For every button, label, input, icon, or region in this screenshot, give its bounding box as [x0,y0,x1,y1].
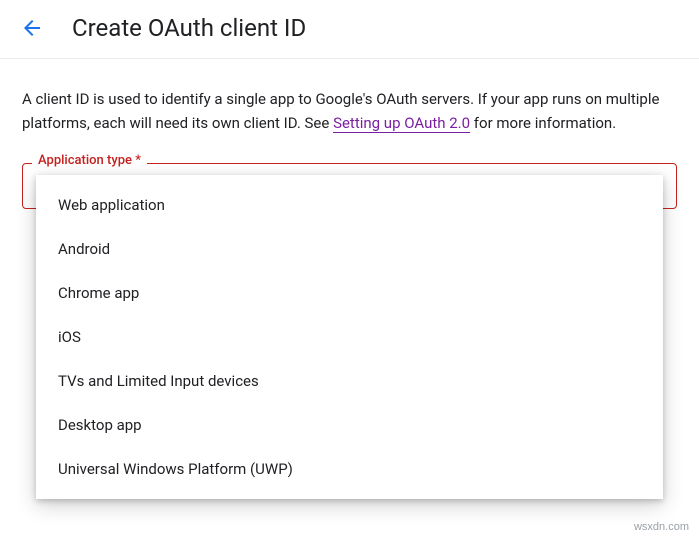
description-text: A client ID is used to identify a single… [22,87,677,135]
content-area: A client ID is used to identify a single… [0,59,699,209]
page-title: Create OAuth client ID [72,14,306,42]
description-part2: for more information. [470,114,616,132]
back-arrow-icon[interactable] [20,16,44,40]
dropdown-option-ios[interactable]: iOS [36,315,663,359]
watermark-text: wsxdn.com [634,521,689,533]
application-type-label: Application type * [32,153,147,168]
page-header: Create OAuth client ID [0,0,699,59]
dropdown-option-android[interactable]: Android [36,227,663,271]
dropdown-option-web-application[interactable]: Web application [36,183,663,227]
dropdown-option-chrome-app[interactable]: Chrome app [36,271,663,315]
dropdown-option-uwp[interactable]: Universal Windows Platform (UWP) [36,447,663,491]
application-type-dropdown: Web application Android Chrome app iOS T… [36,175,663,499]
dropdown-option-desktop-app[interactable]: Desktop app [36,403,663,447]
setup-oauth-link[interactable]: Setting up OAuth 2.0 [333,114,470,133]
application-type-field: Application type * Web application Andro… [22,163,677,209]
dropdown-option-tvs[interactable]: TVs and Limited Input devices [36,359,663,403]
